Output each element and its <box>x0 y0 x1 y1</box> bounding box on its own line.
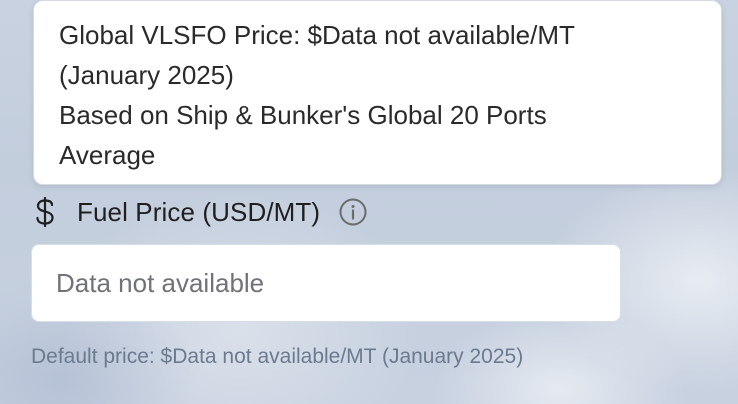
dollar-icon <box>33 195 57 229</box>
fuel-price-input[interactable] <box>31 244 621 322</box>
fuel-price-label: Fuel Price (USD/MT) <box>77 196 321 227</box>
tooltip-source-line: Based on Ship & Bunker's Global 20 Ports <box>59 100 547 130</box>
tooltip-date-line: (January 2025) <box>59 60 234 90</box>
tooltip-source-line-2: Average <box>59 140 156 170</box>
info-icon[interactable] <box>338 197 368 227</box>
price-info-tooltip: Global VLSFO Price: $Data not available/… <box>33 0 722 185</box>
default-price-helper: Default price: $Data not available/MT (J… <box>31 345 524 368</box>
fuel-price-label-row: Fuel Price (USD/MT) <box>33 192 368 232</box>
tooltip-price-line: Global VLSFO Price: $Data not available/… <box>59 20 575 50</box>
